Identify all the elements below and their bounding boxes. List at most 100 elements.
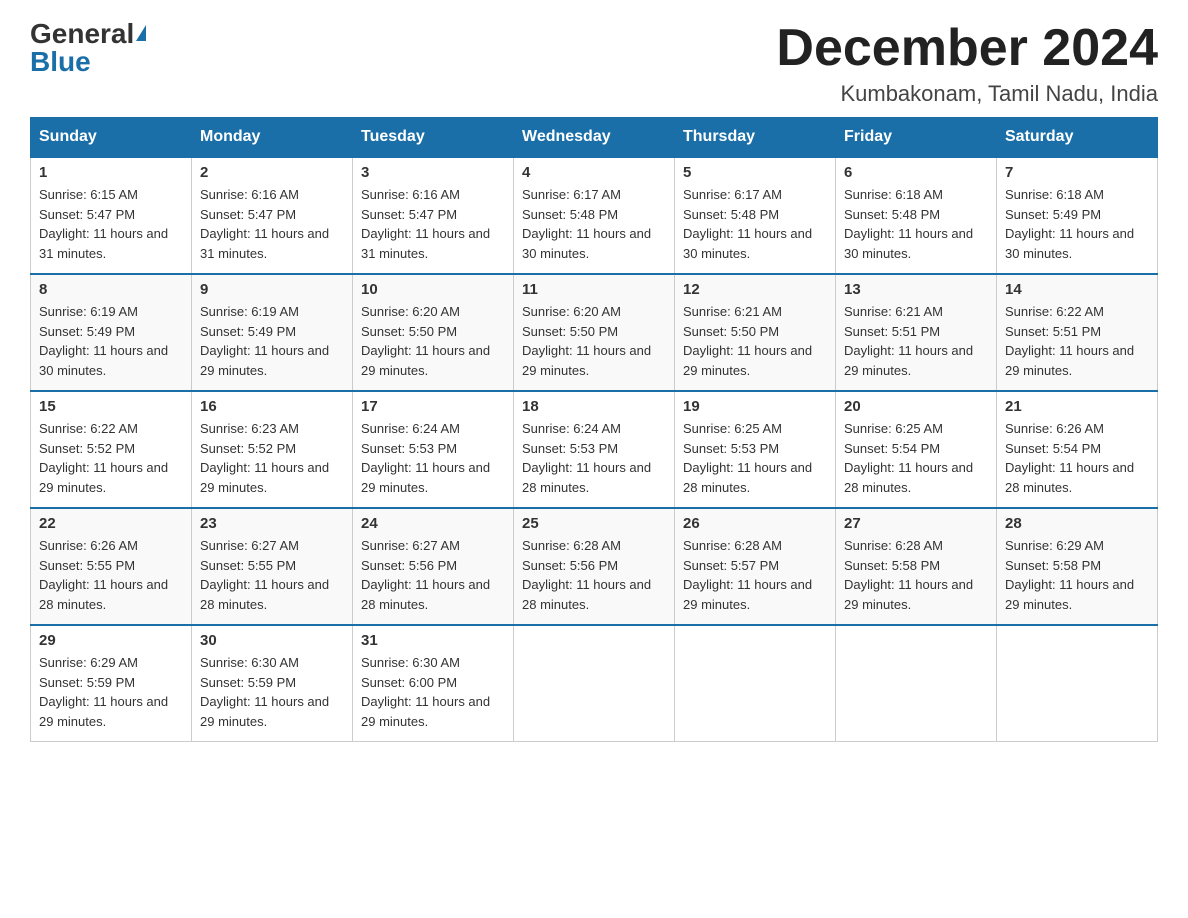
calendar-cell: 8 Sunrise: 6:19 AM Sunset: 5:49 PM Dayli… xyxy=(31,274,192,391)
calendar-cell xyxy=(997,625,1158,742)
calendar-cell: 29 Sunrise: 6:29 AM Sunset: 5:59 PM Dayl… xyxy=(31,625,192,742)
calendar-cell: 10 Sunrise: 6:20 AM Sunset: 5:50 PM Dayl… xyxy=(353,274,514,391)
calendar-cell: 21 Sunrise: 6:26 AM Sunset: 5:54 PM Dayl… xyxy=(997,391,1158,508)
day-number: 25 xyxy=(522,515,666,532)
day-info: Sunrise: 6:27 AM Sunset: 5:56 PM Dayligh… xyxy=(361,536,505,614)
day-info: Sunrise: 6:24 AM Sunset: 5:53 PM Dayligh… xyxy=(361,419,505,497)
day-info: Sunrise: 6:21 AM Sunset: 5:51 PM Dayligh… xyxy=(844,302,988,380)
day-number: 9 xyxy=(200,281,344,298)
day-number: 30 xyxy=(200,632,344,649)
day-info: Sunrise: 6:29 AM Sunset: 5:58 PM Dayligh… xyxy=(1005,536,1149,614)
day-number: 3 xyxy=(361,164,505,181)
day-info: Sunrise: 6:21 AM Sunset: 5:50 PM Dayligh… xyxy=(683,302,827,380)
calendar-cell: 22 Sunrise: 6:26 AM Sunset: 5:55 PM Dayl… xyxy=(31,508,192,625)
page-header: General Blue December 2024 Kumbakonam, T… xyxy=(30,20,1158,107)
day-number: 22 xyxy=(39,515,183,532)
day-number: 7 xyxy=(1005,164,1149,181)
calendar-cell: 3 Sunrise: 6:16 AM Sunset: 5:47 PM Dayli… xyxy=(353,157,514,274)
day-info: Sunrise: 6:25 AM Sunset: 5:53 PM Dayligh… xyxy=(683,419,827,497)
calendar-cell: 18 Sunrise: 6:24 AM Sunset: 5:53 PM Dayl… xyxy=(514,391,675,508)
day-number: 8 xyxy=(39,281,183,298)
week-row-3: 15 Sunrise: 6:22 AM Sunset: 5:52 PM Dayl… xyxy=(31,391,1158,508)
col-thursday: Thursday xyxy=(675,118,836,158)
day-info: Sunrise: 6:17 AM Sunset: 5:48 PM Dayligh… xyxy=(522,185,666,263)
day-number: 24 xyxy=(361,515,505,532)
title-section: December 2024 Kumbakonam, Tamil Nadu, In… xyxy=(776,20,1158,107)
day-number: 20 xyxy=(844,398,988,415)
day-info: Sunrise: 6:15 AM Sunset: 5:47 PM Dayligh… xyxy=(39,185,183,263)
day-number: 29 xyxy=(39,632,183,649)
day-number: 16 xyxy=(200,398,344,415)
day-info: Sunrise: 6:19 AM Sunset: 5:49 PM Dayligh… xyxy=(39,302,183,380)
calendar-cell: 26 Sunrise: 6:28 AM Sunset: 5:57 PM Dayl… xyxy=(675,508,836,625)
logo-blue-text: Blue xyxy=(30,48,91,76)
day-info: Sunrise: 6:27 AM Sunset: 5:55 PM Dayligh… xyxy=(200,536,344,614)
day-info: Sunrise: 6:30 AM Sunset: 6:00 PM Dayligh… xyxy=(361,653,505,731)
day-number: 15 xyxy=(39,398,183,415)
week-row-4: 22 Sunrise: 6:26 AM Sunset: 5:55 PM Dayl… xyxy=(31,508,1158,625)
day-number: 11 xyxy=(522,281,666,298)
day-info: Sunrise: 6:17 AM Sunset: 5:48 PM Dayligh… xyxy=(683,185,827,263)
day-number: 23 xyxy=(200,515,344,532)
day-number: 4 xyxy=(522,164,666,181)
calendar-cell: 19 Sunrise: 6:25 AM Sunset: 5:53 PM Dayl… xyxy=(675,391,836,508)
day-number: 1 xyxy=(39,164,183,181)
calendar-cell: 17 Sunrise: 6:24 AM Sunset: 5:53 PM Dayl… xyxy=(353,391,514,508)
day-info: Sunrise: 6:18 AM Sunset: 5:49 PM Dayligh… xyxy=(1005,185,1149,263)
calendar-title: December 2024 xyxy=(776,20,1158,77)
week-row-2: 8 Sunrise: 6:19 AM Sunset: 5:49 PM Dayli… xyxy=(31,274,1158,391)
day-number: 17 xyxy=(361,398,505,415)
calendar-cell: 24 Sunrise: 6:27 AM Sunset: 5:56 PM Dayl… xyxy=(353,508,514,625)
calendar-cell: 28 Sunrise: 6:29 AM Sunset: 5:58 PM Dayl… xyxy=(997,508,1158,625)
col-wednesday: Wednesday xyxy=(514,118,675,158)
col-monday: Monday xyxy=(192,118,353,158)
col-saturday: Saturday xyxy=(997,118,1158,158)
col-friday: Friday xyxy=(836,118,997,158)
day-number: 2 xyxy=(200,164,344,181)
calendar-cell xyxy=(514,625,675,742)
week-row-1: 1 Sunrise: 6:15 AM Sunset: 5:47 PM Dayli… xyxy=(31,157,1158,274)
day-number: 6 xyxy=(844,164,988,181)
calendar-cell: 15 Sunrise: 6:22 AM Sunset: 5:52 PM Dayl… xyxy=(31,391,192,508)
day-info: Sunrise: 6:28 AM Sunset: 5:57 PM Dayligh… xyxy=(683,536,827,614)
day-info: Sunrise: 6:20 AM Sunset: 5:50 PM Dayligh… xyxy=(522,302,666,380)
calendar-cell: 30 Sunrise: 6:30 AM Sunset: 5:59 PM Dayl… xyxy=(192,625,353,742)
day-number: 5 xyxy=(683,164,827,181)
day-info: Sunrise: 6:30 AM Sunset: 5:59 PM Dayligh… xyxy=(200,653,344,731)
day-info: Sunrise: 6:28 AM Sunset: 5:58 PM Dayligh… xyxy=(844,536,988,614)
logo-triangle-icon xyxy=(136,25,146,41)
calendar-cell: 2 Sunrise: 6:16 AM Sunset: 5:47 PM Dayli… xyxy=(192,157,353,274)
calendar-cell: 13 Sunrise: 6:21 AM Sunset: 5:51 PM Dayl… xyxy=(836,274,997,391)
day-info: Sunrise: 6:16 AM Sunset: 5:47 PM Dayligh… xyxy=(200,185,344,263)
week-row-5: 29 Sunrise: 6:29 AM Sunset: 5:59 PM Dayl… xyxy=(31,625,1158,742)
day-number: 21 xyxy=(1005,398,1149,415)
logo-general-text: General xyxy=(30,20,146,48)
calendar-cell: 14 Sunrise: 6:22 AM Sunset: 5:51 PM Dayl… xyxy=(997,274,1158,391)
day-number: 14 xyxy=(1005,281,1149,298)
day-number: 31 xyxy=(361,632,505,649)
day-info: Sunrise: 6:18 AM Sunset: 5:48 PM Dayligh… xyxy=(844,185,988,263)
calendar-cell: 25 Sunrise: 6:28 AM Sunset: 5:56 PM Dayl… xyxy=(514,508,675,625)
day-info: Sunrise: 6:25 AM Sunset: 5:54 PM Dayligh… xyxy=(844,419,988,497)
day-info: Sunrise: 6:29 AM Sunset: 5:59 PM Dayligh… xyxy=(39,653,183,731)
calendar-cell: 31 Sunrise: 6:30 AM Sunset: 6:00 PM Dayl… xyxy=(353,625,514,742)
calendar-cell: 7 Sunrise: 6:18 AM Sunset: 5:49 PM Dayli… xyxy=(997,157,1158,274)
day-info: Sunrise: 6:24 AM Sunset: 5:53 PM Dayligh… xyxy=(522,419,666,497)
day-info: Sunrise: 6:19 AM Sunset: 5:49 PM Dayligh… xyxy=(200,302,344,380)
day-number: 12 xyxy=(683,281,827,298)
day-info: Sunrise: 6:16 AM Sunset: 5:47 PM Dayligh… xyxy=(361,185,505,263)
calendar-cell xyxy=(836,625,997,742)
logo: General Blue xyxy=(30,20,146,76)
calendar-cell: 5 Sunrise: 6:17 AM Sunset: 5:48 PM Dayli… xyxy=(675,157,836,274)
calendar-cell: 1 Sunrise: 6:15 AM Sunset: 5:47 PM Dayli… xyxy=(31,157,192,274)
col-tuesday: Tuesday xyxy=(353,118,514,158)
calendar-table: Sunday Monday Tuesday Wednesday Thursday… xyxy=(30,117,1158,742)
calendar-cell: 6 Sunrise: 6:18 AM Sunset: 5:48 PM Dayli… xyxy=(836,157,997,274)
calendar-cell: 11 Sunrise: 6:20 AM Sunset: 5:50 PM Dayl… xyxy=(514,274,675,391)
day-number: 10 xyxy=(361,281,505,298)
day-info: Sunrise: 6:26 AM Sunset: 5:54 PM Dayligh… xyxy=(1005,419,1149,497)
calendar-cell: 4 Sunrise: 6:17 AM Sunset: 5:48 PM Dayli… xyxy=(514,157,675,274)
calendar-cell: 12 Sunrise: 6:21 AM Sunset: 5:50 PM Dayl… xyxy=(675,274,836,391)
calendar-cell xyxy=(675,625,836,742)
calendar-cell: 20 Sunrise: 6:25 AM Sunset: 5:54 PM Dayl… xyxy=(836,391,997,508)
